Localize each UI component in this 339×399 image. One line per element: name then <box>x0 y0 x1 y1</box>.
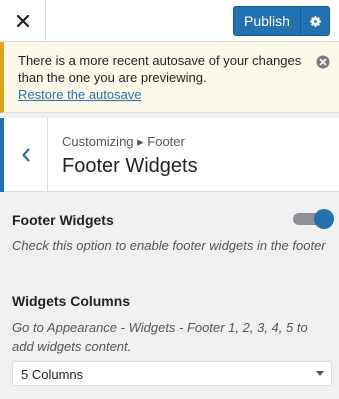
gear-icon <box>309 15 321 27</box>
dismiss-icon <box>316 55 330 69</box>
close-icon <box>16 15 29 27</box>
chevron-down-icon <box>316 371 324 376</box>
close-customizer-button[interactable] <box>0 0 46 42</box>
back-button[interactable] <box>0 118 48 192</box>
publish-button-group: Publish <box>233 6 330 36</box>
footer-widgets-toggle[interactable] <box>293 209 334 229</box>
widgets-columns-selected-value: 5 Columns <box>21 367 84 382</box>
section-title: Footer Widgets <box>62 155 198 177</box>
toggle-knob <box>314 209 334 229</box>
publish-settings-button[interactable] <box>301 7 329 35</box>
widgets-columns-select[interactable]: 5 Columns <box>12 361 332 386</box>
widgets-columns-title: Widgets Columns <box>12 293 131 309</box>
chevron-left-icon <box>21 148 30 162</box>
widgets-columns-description: Go to Appearance - Widgets - Footer 1, 2… <box>12 320 308 354</box>
restore-autosave-link[interactable]: Restore the autosave <box>18 86 142 103</box>
publish-button[interactable]: Publish <box>234 13 300 29</box>
section-header: Customizing ▸ Footer Footer Widgets <box>0 118 339 192</box>
customizer-header: Publish <box>0 0 339 42</box>
autosave-notice-message: There is a more recent autosave of your … <box>18 53 302 85</box>
dismiss-notice-button[interactable] <box>316 55 330 69</box>
breadcrumb: Customizing ▸ Footer <box>62 134 185 149</box>
footer-widgets-description: Check this option to enable footer widge… <box>12 238 326 253</box>
autosave-notice: There is a more recent autosave of your … <box>0 42 339 113</box>
footer-widgets-title: Footer Widgets <box>12 212 114 228</box>
